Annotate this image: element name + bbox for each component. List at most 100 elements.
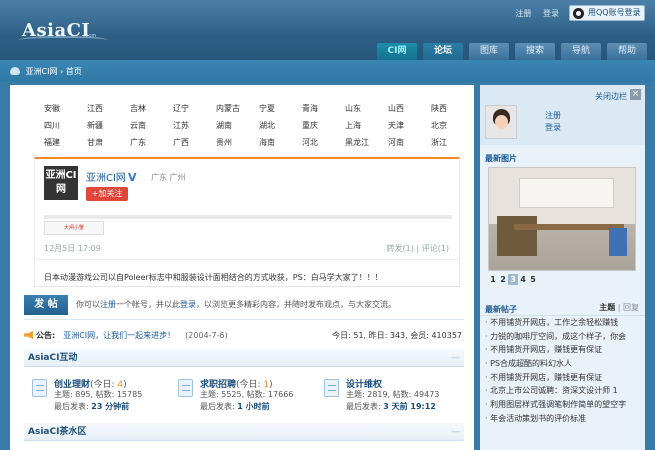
forum-last-post: 最后发表: 3 天前 19:12: [346, 401, 436, 412]
repost-link[interactable]: 转发(1): [387, 244, 414, 253]
verified-icon: V: [127, 171, 137, 184]
province-link[interactable]: 江苏: [173, 120, 216, 131]
province-link[interactable]: 吉林: [130, 103, 173, 114]
forum-item[interactable]: 求职招聘(今日: 1) 主题: 5525, 帖数: 17666 最后发表: 1 …: [174, 377, 324, 417]
weibo-scrollbar[interactable]: [44, 215, 452, 219]
province-link[interactable]: 江西: [87, 103, 130, 114]
qq-icon: [573, 8, 584, 19]
photo-detail: [497, 216, 537, 256]
province-link[interactable]: 上海: [345, 120, 388, 131]
list-item[interactable]: 不用铺货开网店，工作之余轻松赚钱: [485, 317, 643, 331]
list-item[interactable]: PS合成超酷的料幻水人: [485, 358, 643, 372]
province-link[interactable]: 湖南: [216, 120, 259, 131]
province-link[interactable]: 陕西: [431, 103, 474, 114]
latest-posts-heading: 最新帖子: [485, 305, 517, 314]
nav-tab-forum[interactable]: 论坛: [423, 43, 463, 60]
weibo-account-name[interactable]: 亚洲CI网 V: [86, 169, 136, 184]
collapse-icon[interactable]: —: [451, 349, 460, 367]
section-header-tea[interactable]: AsiaCI茶水区 —: [24, 423, 464, 441]
register-link[interactable]: 注册: [515, 9, 531, 18]
province-link[interactable]: 山西: [388, 103, 431, 114]
weibo-image-thumbnail[interactable]: 大闸小蟹: [44, 221, 104, 235]
divider: [35, 259, 459, 260]
province-link[interactable]: 河北: [302, 137, 345, 148]
province-link[interactable]: 山东: [345, 103, 388, 114]
close-sidebar-link[interactable]: 关闭边栏: [595, 91, 627, 102]
nav-tab-navigation[interactable]: 导航: [561, 43, 601, 60]
province-link[interactable]: 重庆: [302, 120, 345, 131]
pager-item[interactable]: 5: [528, 274, 538, 285]
sidebar-login-link[interactable]: 登录: [545, 122, 561, 134]
province-link[interactable]: 广东: [130, 137, 173, 148]
province-link[interactable]: 内蒙古: [216, 103, 259, 114]
site-stats: 今日: 51, 昨日: 343, 会员: 410357: [332, 331, 462, 340]
latest-posts-header: 最新帖子 主题 | 回复: [480, 300, 645, 316]
province-link[interactable]: 安徽: [44, 103, 87, 114]
pager-item-current[interactable]: 3: [508, 274, 518, 285]
province-link[interactable]: 宁夏: [259, 103, 302, 114]
weibo-location: 广东 广州: [151, 173, 186, 182]
nav-tab-search[interactable]: 搜索: [515, 43, 555, 60]
province-link[interactable]: 云南: [130, 120, 173, 131]
list-item[interactable]: 年会活动策划书的评价标准: [485, 413, 643, 427]
nav-tab-help[interactable]: 帮助: [607, 43, 647, 60]
province-link[interactable]: 广西: [173, 137, 216, 148]
logo-swoosh: [18, 36, 108, 44]
tab-replies[interactable]: 回复: [623, 303, 639, 312]
tab-topics[interactable]: 主题: [599, 303, 615, 312]
login-link[interactable]: 登录: [543, 9, 559, 18]
home-icon[interactable]: [10, 67, 20, 75]
province-link[interactable]: 黑龙江: [345, 137, 388, 148]
nav-tab-gallery[interactable]: 图库: [469, 43, 509, 60]
close-icon[interactable]: ×: [630, 89, 641, 100]
weibo-name-text: 亚洲CI网: [86, 173, 126, 184]
register-link[interactable]: 注册: [100, 300, 116, 309]
pager-item[interactable]: 4: [518, 274, 528, 285]
weibo-timestamp[interactable]: 12月5日 17:09: [44, 243, 101, 254]
last-time-link[interactable]: 3 天前 19:12: [383, 402, 436, 411]
breadcrumb-bar: 亚洲CI网 › 首页: [0, 60, 655, 82]
forum-item[interactable]: 设计维权 主题: 2819, 帖数: 49473 最后发表: 3 天前 19:1…: [320, 377, 470, 417]
forum-item[interactable]: 创业理财(今日: 4) 主题: 895, 帖数: 15785 最后发表: 23 …: [28, 377, 178, 417]
list-item[interactable]: 北京上市公司诚聘：资深文设计师 1: [485, 385, 643, 399]
latest-image[interactable]: [488, 167, 636, 271]
province-link[interactable]: 北京: [431, 120, 474, 131]
list-item[interactable]: 利用图层样式强调笔制作简单的望空字: [485, 399, 643, 413]
new-post-button[interactable]: 发 帖: [24, 295, 68, 315]
province-link[interactable]: 贵州: [216, 137, 259, 148]
breadcrumb-text[interactable]: 亚洲CI网 › 首页: [26, 67, 82, 76]
sidebar-register-link[interactable]: 注册: [545, 110, 561, 122]
last-time-link[interactable]: 1 小时前: [237, 402, 269, 411]
province-link[interactable]: 湖北: [259, 120, 302, 131]
province-link[interactable]: 四川: [44, 120, 87, 131]
section-header-interaction[interactable]: AsiaCI互动 —: [24, 349, 464, 367]
province-link[interactable]: 甘肃: [87, 137, 130, 148]
nav-tab-ci[interactable]: CI网: [377, 43, 417, 60]
collapse-icon[interactable]: —: [451, 423, 460, 441]
forum-counts: 主题: 895, 帖数: 15785: [54, 390, 143, 399]
province-link[interactable]: 辽宁: [173, 103, 216, 114]
follow-button[interactable]: +加关注: [86, 187, 128, 201]
province-link[interactable]: 浙江: [431, 137, 474, 148]
announcement-link[interactable]: 亚洲CI网，让我们一起来进步！: [63, 331, 175, 340]
qq-login-button[interactable]: 用QQ账号登录: [569, 5, 645, 21]
login-link[interactable]: 登录: [180, 300, 196, 309]
last-time-link[interactable]: 23 分钟前: [91, 402, 129, 411]
list-item[interactable]: 不用铺货开网店，赚钱更有保证: [485, 372, 643, 386]
province-link[interactable]: 天津: [388, 120, 431, 131]
list-item[interactable]: 力锐的咖啡厅空间，成这个样子，你会: [485, 331, 643, 345]
comment-link[interactable]: 评论(1): [422, 244, 449, 253]
province-row: 安徽 江西 吉林 辽宁 内蒙古 宁夏 青海 山东 山西 陕西: [44, 103, 474, 120]
pager-item[interactable]: 1: [488, 274, 498, 285]
list-item[interactable]: 不用铺货开网店，赚钱更有保证: [485, 344, 643, 358]
weibo-avatar-logo[interactable]: 亚洲CI网: [44, 166, 78, 200]
hint-text: 一个帐号，并以此: [116, 300, 180, 309]
province-link[interactable]: 河南: [388, 137, 431, 148]
hint-text: ，以浏览更多精彩内容，并随时发布观点，与大家交流。: [196, 300, 396, 309]
province-link[interactable]: 海南: [259, 137, 302, 148]
province-link[interactable]: 福建: [44, 137, 87, 148]
province-link[interactable]: 新疆: [87, 120, 130, 131]
province-link[interactable]: 青海: [302, 103, 345, 114]
hint-text: 你可以: [76, 300, 100, 309]
pager-item[interactable]: 2: [498, 274, 508, 285]
